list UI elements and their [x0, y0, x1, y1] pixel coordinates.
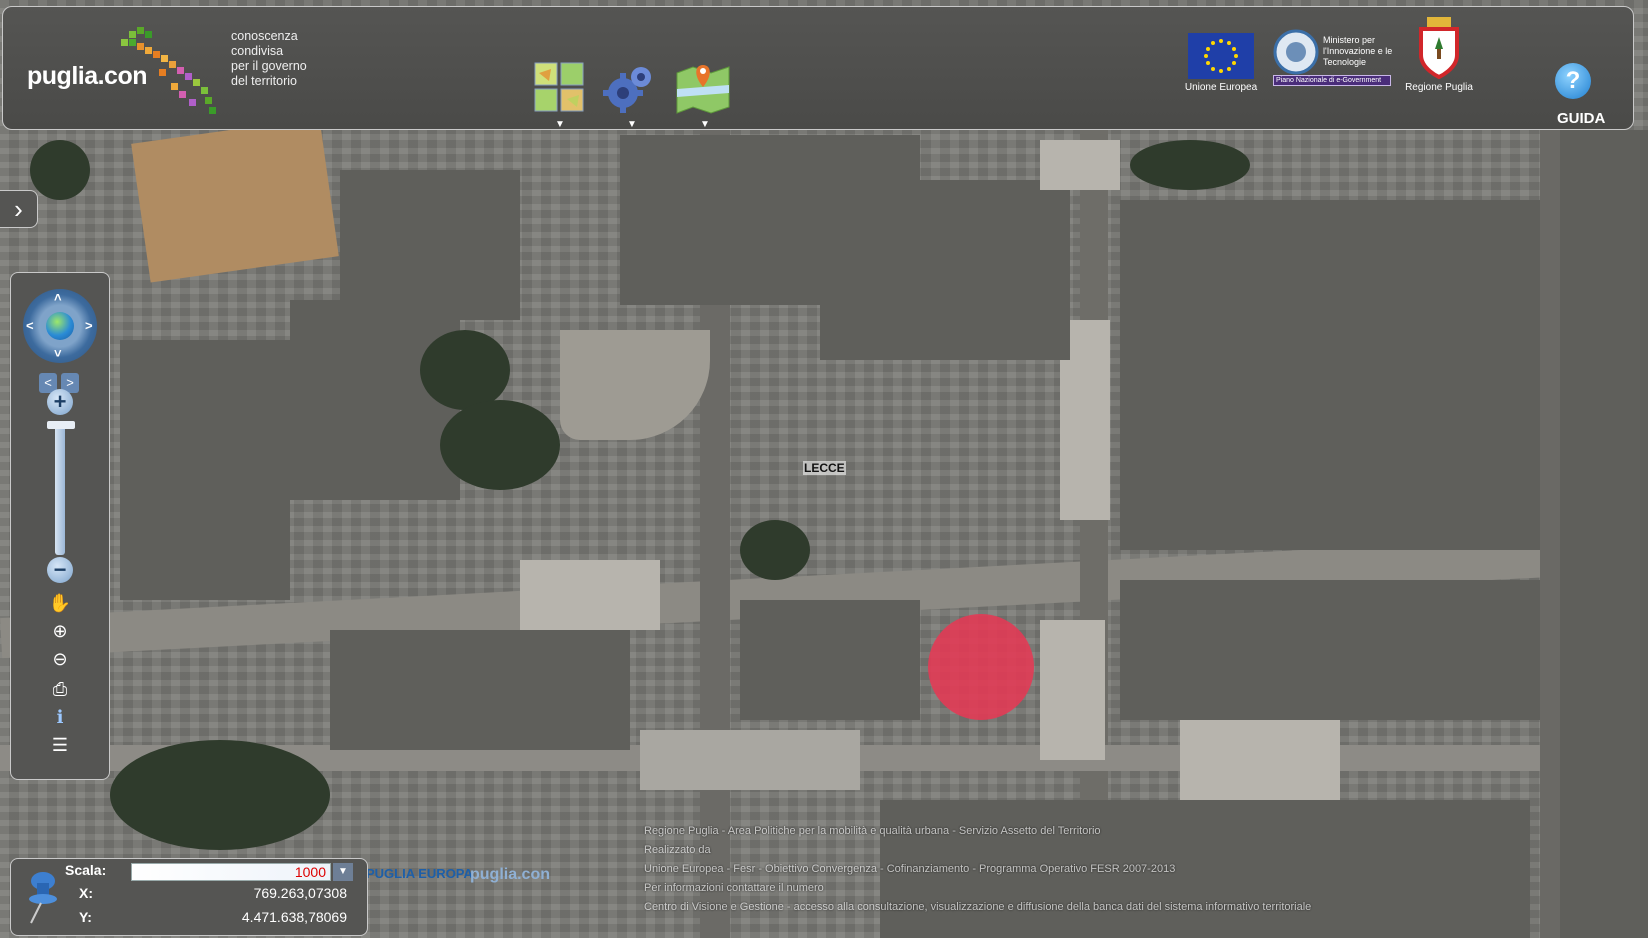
expand-panel-button[interactable]: › — [0, 190, 38, 228]
tagline-line: conoscenza — [231, 29, 298, 43]
credit-line: Regione Puglia - Area Politiche per la m… — [644, 825, 1101, 837]
gears-icon[interactable] — [601, 59, 657, 115]
legend-icon[interactable]: ☰ — [47, 733, 73, 757]
pan-left-arrow[interactable]: < — [26, 319, 34, 332]
partner-ministry-sub: Piano Nazionale di e-Government — [1273, 75, 1391, 86]
print-icon[interactable]: ⎙ — [47, 677, 73, 701]
zoom-out-button[interactable]: − — [47, 557, 73, 583]
globe-icon[interactable] — [46, 312, 74, 340]
scale-dropdown[interactable]: ▼ — [333, 863, 353, 881]
map-credits: Regione Puglia - Area Politiche per la m… — [644, 822, 1624, 917]
map-pin-icon[interactable] — [675, 59, 731, 115]
pan-up-arrow[interactable]: ˄ — [54, 291, 62, 304]
zoom-slider[interactable] — [55, 425, 65, 555]
partner-ministry: Ministero per l'Innovazione e le Tecnolo… — [1273, 29, 1399, 86]
credit-line: Unione Europea - Fesr - Obiettivo Conver… — [644, 863, 1176, 875]
scale-label: Scala: — [65, 862, 107, 878]
eu-flag-icon — [1188, 33, 1254, 79]
credit-line: Per informazioni contattare il numero — [644, 882, 824, 894]
navigation-panel: ˄ ˅ < > < > + − ✋ ⊕ ⊖ ⎙ ℹ ☰ — [10, 272, 110, 780]
partner-ministry-label: Ministero per l'Innovazione e le Tecnolo… — [1323, 35, 1393, 67]
layers-dropdown-arrow[interactable]: ▼ — [555, 119, 565, 130]
partner-eu: Unione Europea — [1171, 33, 1271, 93]
layers-grid-icon[interactable] — [531, 59, 587, 115]
puglia-con-footer-logo: puglia.con — [470, 866, 550, 883]
settings-dropdown-arrow[interactable]: ▼ — [627, 119, 637, 130]
regione-puglia-crest-icon — [1419, 17, 1459, 80]
credit-line: Realizzato da — [644, 844, 711, 856]
city-label: LECCE — [803, 461, 846, 475]
location-marker[interactable] — [928, 614, 1034, 720]
tagline: conoscenza condivisa per il governo del … — [231, 29, 351, 89]
info-icon[interactable]: ℹ — [47, 705, 73, 729]
pan-hand-icon[interactable]: ✋ — [47, 591, 73, 615]
top-header: puglia.con conoscenza condivisa per il g… — [2, 6, 1634, 130]
pan-control[interactable]: ˄ ˅ < > — [23, 289, 97, 363]
help-label[interactable]: GUIDA — [1557, 110, 1605, 127]
partner-eu-label: Unione Europea — [1184, 82, 1258, 93]
ministry-seal-icon — [1273, 29, 1319, 75]
credit-line: Centro di Visione e Gestione - accesso a… — [644, 901, 1312, 913]
tagline-line: condivisa — [231, 44, 284, 58]
x-label: X: — [79, 885, 93, 901]
y-label: Y: — [79, 909, 92, 925]
pan-right-arrow[interactable]: > — [85, 319, 93, 332]
y-value: 4.471.638,78069 — [241, 909, 347, 925]
zoom-out-tool-icon[interactable]: ⊖ — [47, 647, 73, 671]
pan-down-arrow[interactable]: ˅ — [54, 347, 62, 360]
tagline-line: per il governo — [231, 59, 307, 73]
zoom-in-tool-icon[interactable]: ⊕ — [47, 619, 73, 643]
coordinates-panel: Scala: 1000 ▼ X: 769.263,07308 Y: 4.471.… — [10, 858, 368, 936]
tagline-line: del territorio — [231, 74, 297, 88]
zoom-in-button[interactable]: + — [47, 389, 73, 415]
partner-regione: Regione Puglia — [1399, 17, 1479, 93]
puglia-europa-logo: PUGLIA EUROPA — [366, 866, 473, 881]
logo-text: puglia.con — [27, 62, 148, 90]
partner-regione-label: Regione Puglia — [1405, 82, 1473, 93]
zoom-slider-thumb[interactable] — [47, 421, 75, 429]
map-dropdown-arrow[interactable]: ▼ — [700, 119, 710, 130]
help-icon[interactable]: ? — [1555, 63, 1591, 99]
scale-input[interactable]: 1000 — [131, 863, 331, 881]
x-value: 769.263,07308 — [253, 885, 347, 901]
pushpin-icon[interactable] — [25, 869, 57, 925]
